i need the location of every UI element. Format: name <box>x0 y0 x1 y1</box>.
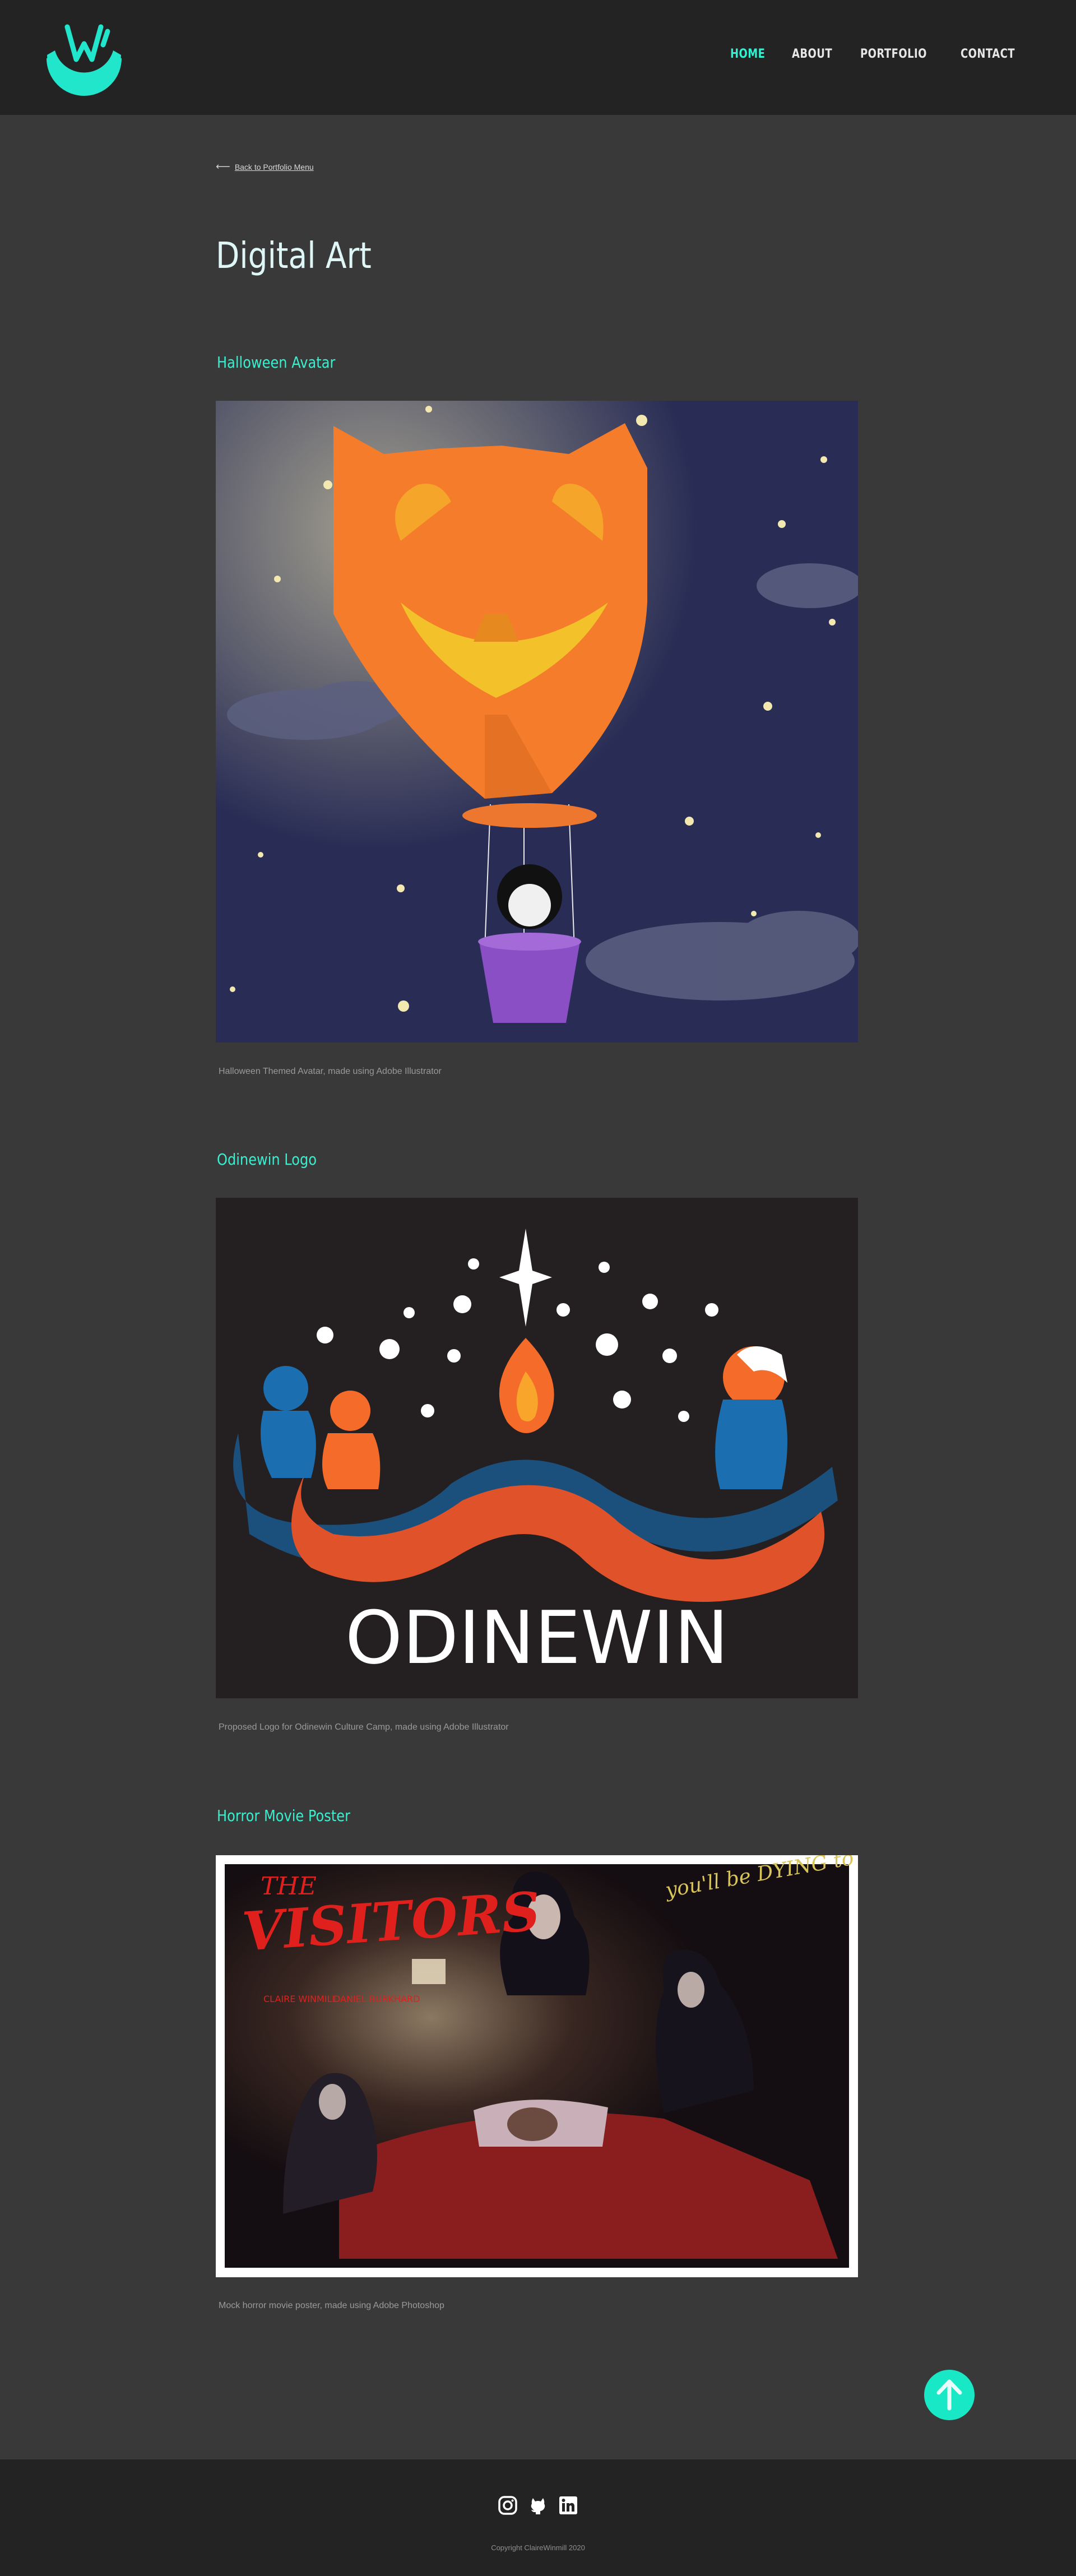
linkedin-icon[interactable] <box>558 2495 578 2515</box>
github-icon[interactable] <box>528 2495 548 2515</box>
halloween-avatar-image[interactable] <box>216 401 858 1043</box>
poster-actor-1: CLAIRE WINMILL <box>263 1994 337 2004</box>
arrow-up-icon <box>936 2379 962 2411</box>
social-links <box>0 2495 1076 2515</box>
back-to-portfolio-link[interactable]: ⟵ Back to Portfolio Menu <box>216 161 314 173</box>
odinewin-logo-text: ODINEWIN <box>345 1595 729 1680</box>
copyright-text: Copyright ClaireWinmill 2020 <box>491 2543 585 2552</box>
nav-home[interactable]: HOME <box>730 47 765 61</box>
instagram-icon[interactable] <box>498 2495 518 2515</box>
work-title-halloween: Halloween Avatar <box>217 353 336 372</box>
arrow-left-icon: ⟵ <box>216 161 230 172</box>
back-to-top-button[interactable] <box>924 2370 975 2420</box>
nav-contact[interactable]: CONTACT <box>961 47 1015 61</box>
page-title: Digital Art <box>216 235 372 277</box>
horror-poster-image[interactable]: THE VISITORS CLAIRE WINMILL DANIEL BURKH… <box>216 1855 858 2277</box>
work-title-odinewin: Odinewin Logo <box>217 1150 317 1169</box>
main-nav: HOME ABOUT PORTFOLIO CONTACT <box>730 47 1027 61</box>
poster-actor-2: DANIEL BURKHARD <box>333 1994 420 2004</box>
work-caption-halloween: Halloween Themed Avatar, made using Adob… <box>219 1067 442 1076</box>
back-link-label: Back to Portfolio Menu <box>234 162 314 172</box>
work-caption-horror: Mock horror movie poster, made using Ado… <box>219 2301 444 2310</box>
site-header: HOME ABOUT PORTFOLIO CONTACT <box>0 0 1076 115</box>
nav-portfolio[interactable]: PORTFOLIO <box>860 47 927 61</box>
logo-w-icon[interactable] <box>39 16 129 100</box>
site-footer: Copyright ClaireWinmill 2020 <box>0 2459 1076 2576</box>
odinewin-logo-image[interactable]: ODINEWIN <box>216 1198 858 1698</box>
work-title-horror: Horror Movie Poster <box>217 1806 350 1825</box>
nav-about[interactable]: ABOUT <box>792 47 832 61</box>
work-caption-odinewin: Proposed Logo for Odinewin Culture Camp,… <box>219 1722 509 1732</box>
